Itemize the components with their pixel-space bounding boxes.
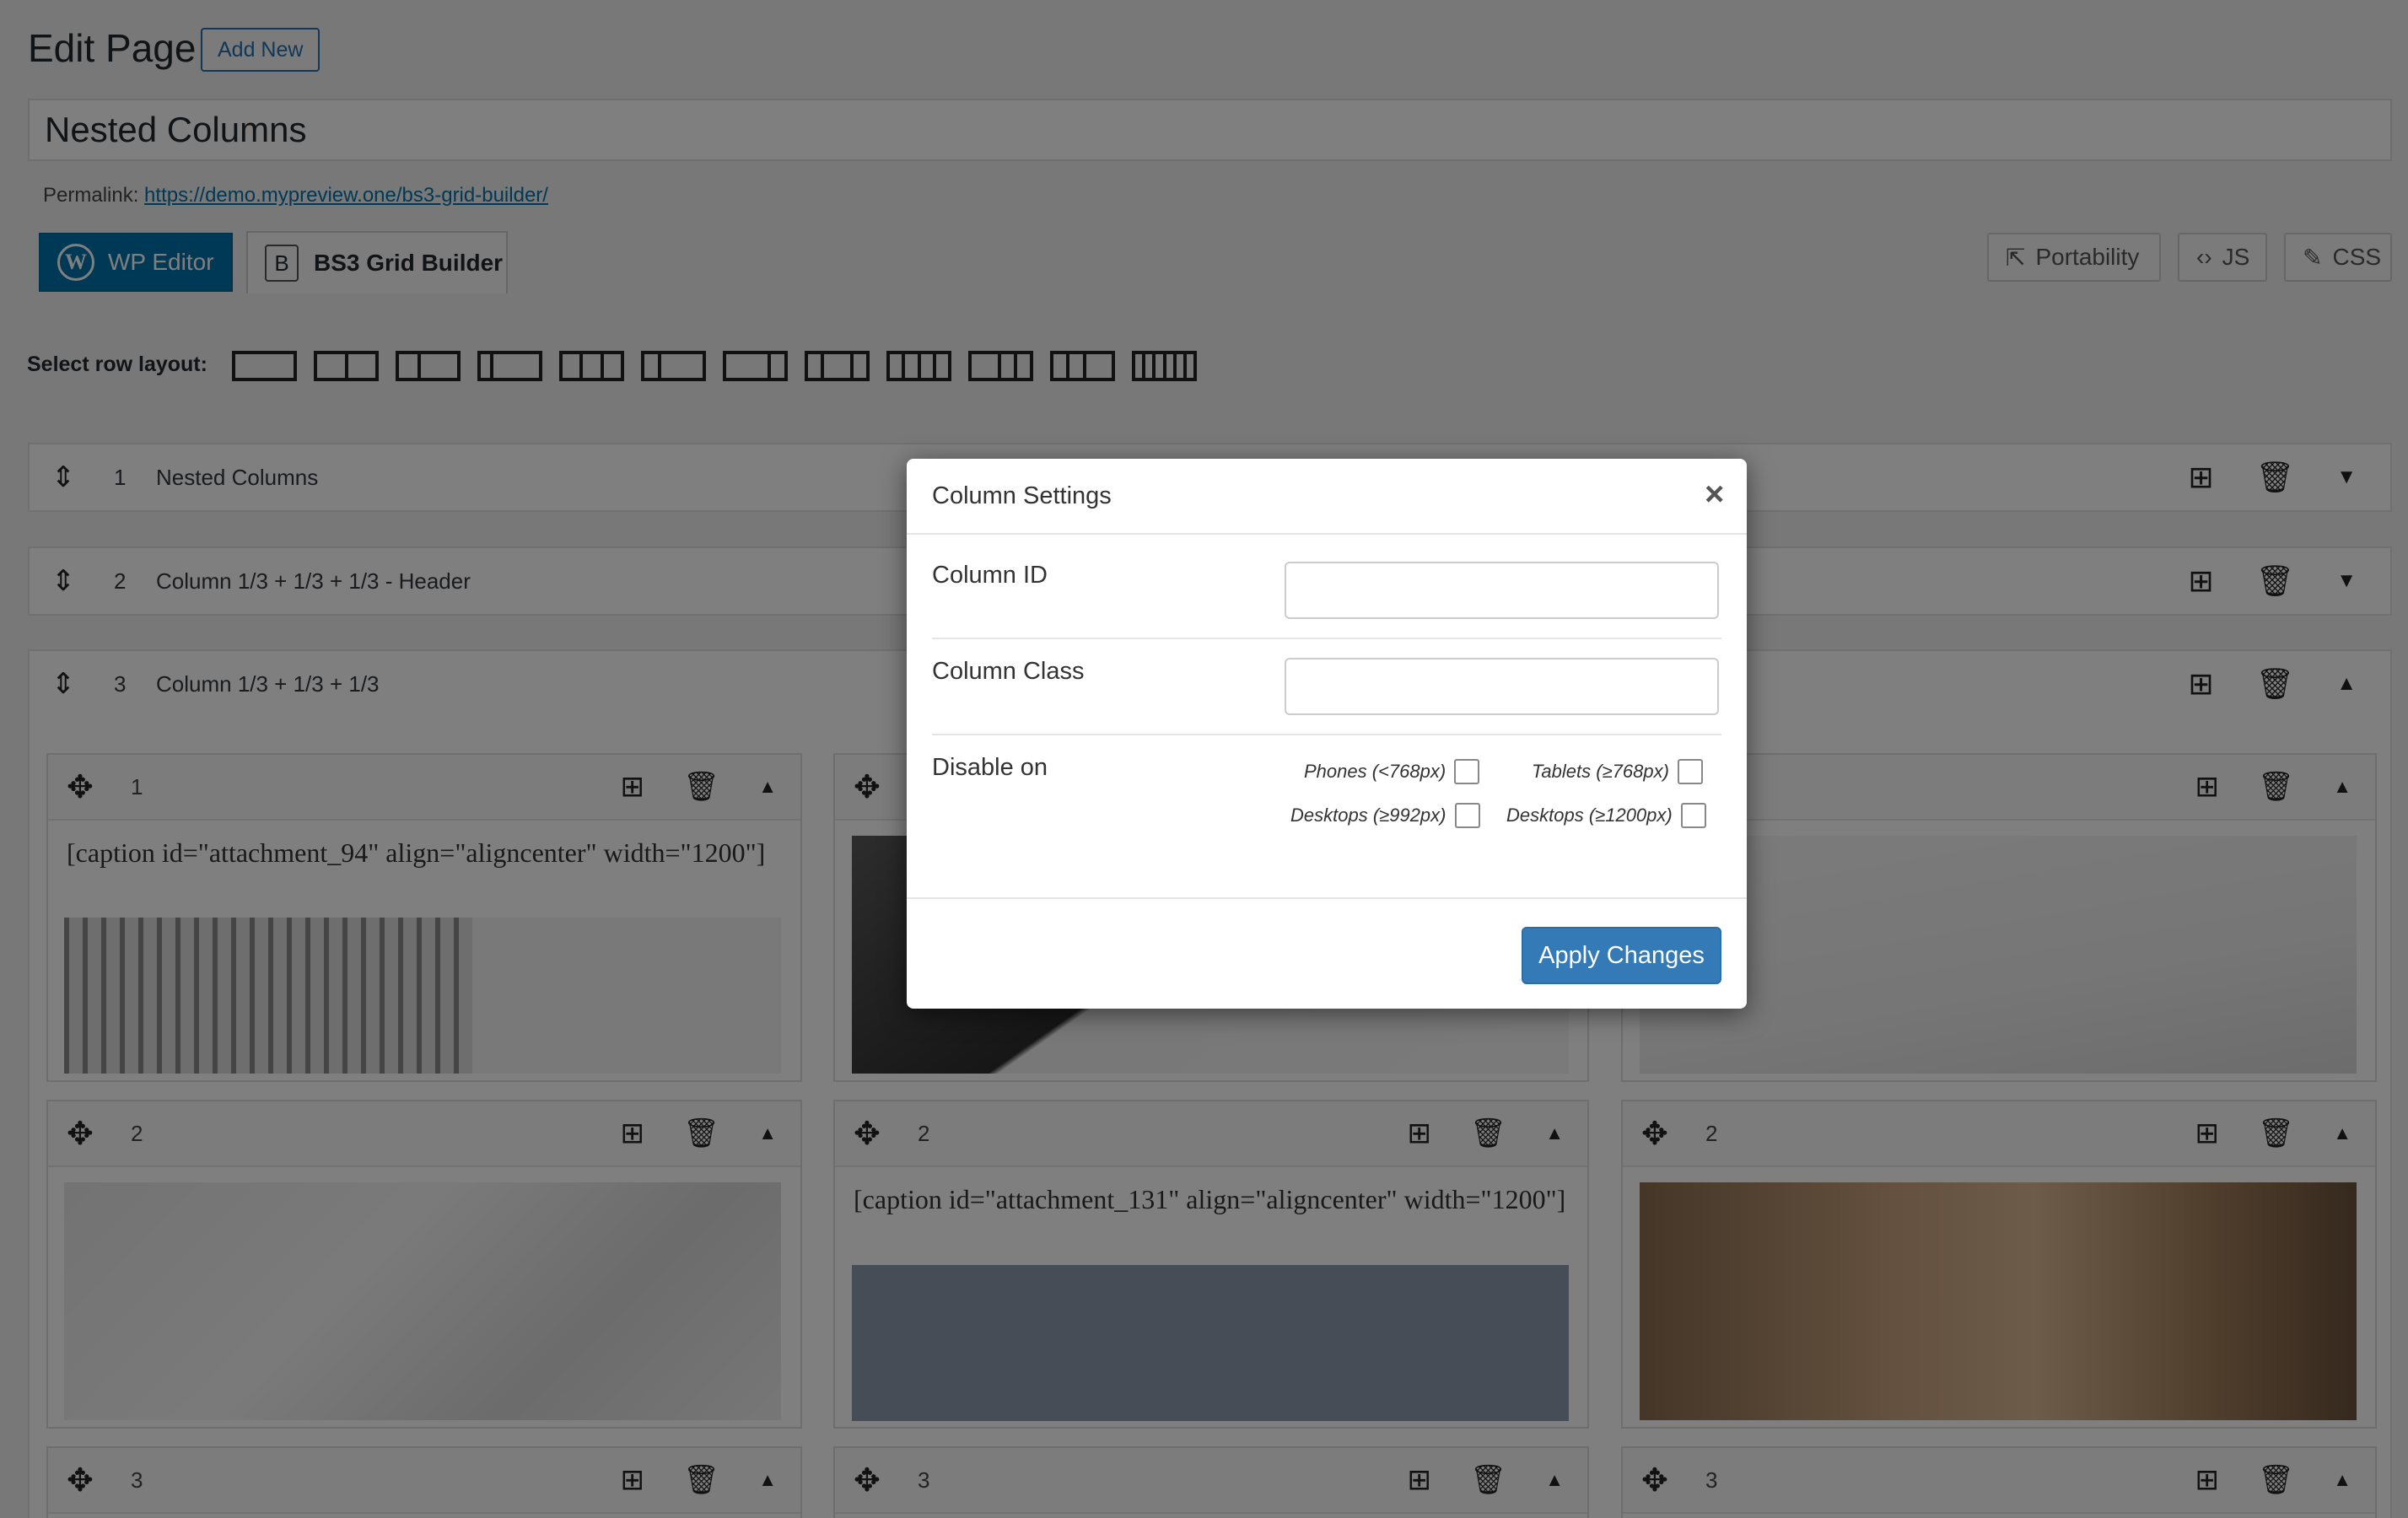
tablets-checkbox[interactable] (1677, 759, 1703, 784)
desktops-992-option: Desktops (≥992px) (1290, 803, 1480, 828)
disable-on-label: Disable on (932, 754, 1048, 781)
tablets-option: Tablets (≥768px) (1532, 759, 1703, 784)
desktops-1200-label: Desktops (≥1200px) (1506, 805, 1673, 826)
modal-title: Column Settings (932, 482, 1112, 509)
divider (932, 638, 1721, 639)
page: Edit Page Add New Nested Columns Permali… (0, 0, 2408, 1518)
column-class-label: Column Class (932, 658, 1085, 685)
phones-label: Phones (<768px) (1304, 761, 1446, 782)
close-icon[interactable]: × (1705, 476, 1724, 514)
modal-footer-divider (907, 897, 1747, 899)
phones-checkbox[interactable] (1454, 759, 1480, 784)
desktops-1200-checkbox[interactable] (1680, 803, 1706, 828)
desktops-992-label: Desktops (≥992px) (1290, 805, 1446, 826)
column-id-label: Column ID (932, 562, 1048, 589)
desktops-1200-option: Desktops (≥1200px) (1506, 803, 1706, 828)
phones-option: Phones (<768px) (1304, 759, 1480, 784)
column-class-input[interactable] (1285, 658, 1719, 715)
tablets-label: Tablets (≥768px) (1532, 761, 1669, 782)
desktops-992-checkbox[interactable] (1454, 803, 1480, 828)
column-id-input[interactable] (1285, 562, 1719, 619)
divider (932, 734, 1721, 735)
column-settings-modal: Column Settings × Column ID Column Class… (907, 459, 1747, 1009)
apply-changes-button[interactable]: Apply Changes (1522, 927, 1721, 984)
